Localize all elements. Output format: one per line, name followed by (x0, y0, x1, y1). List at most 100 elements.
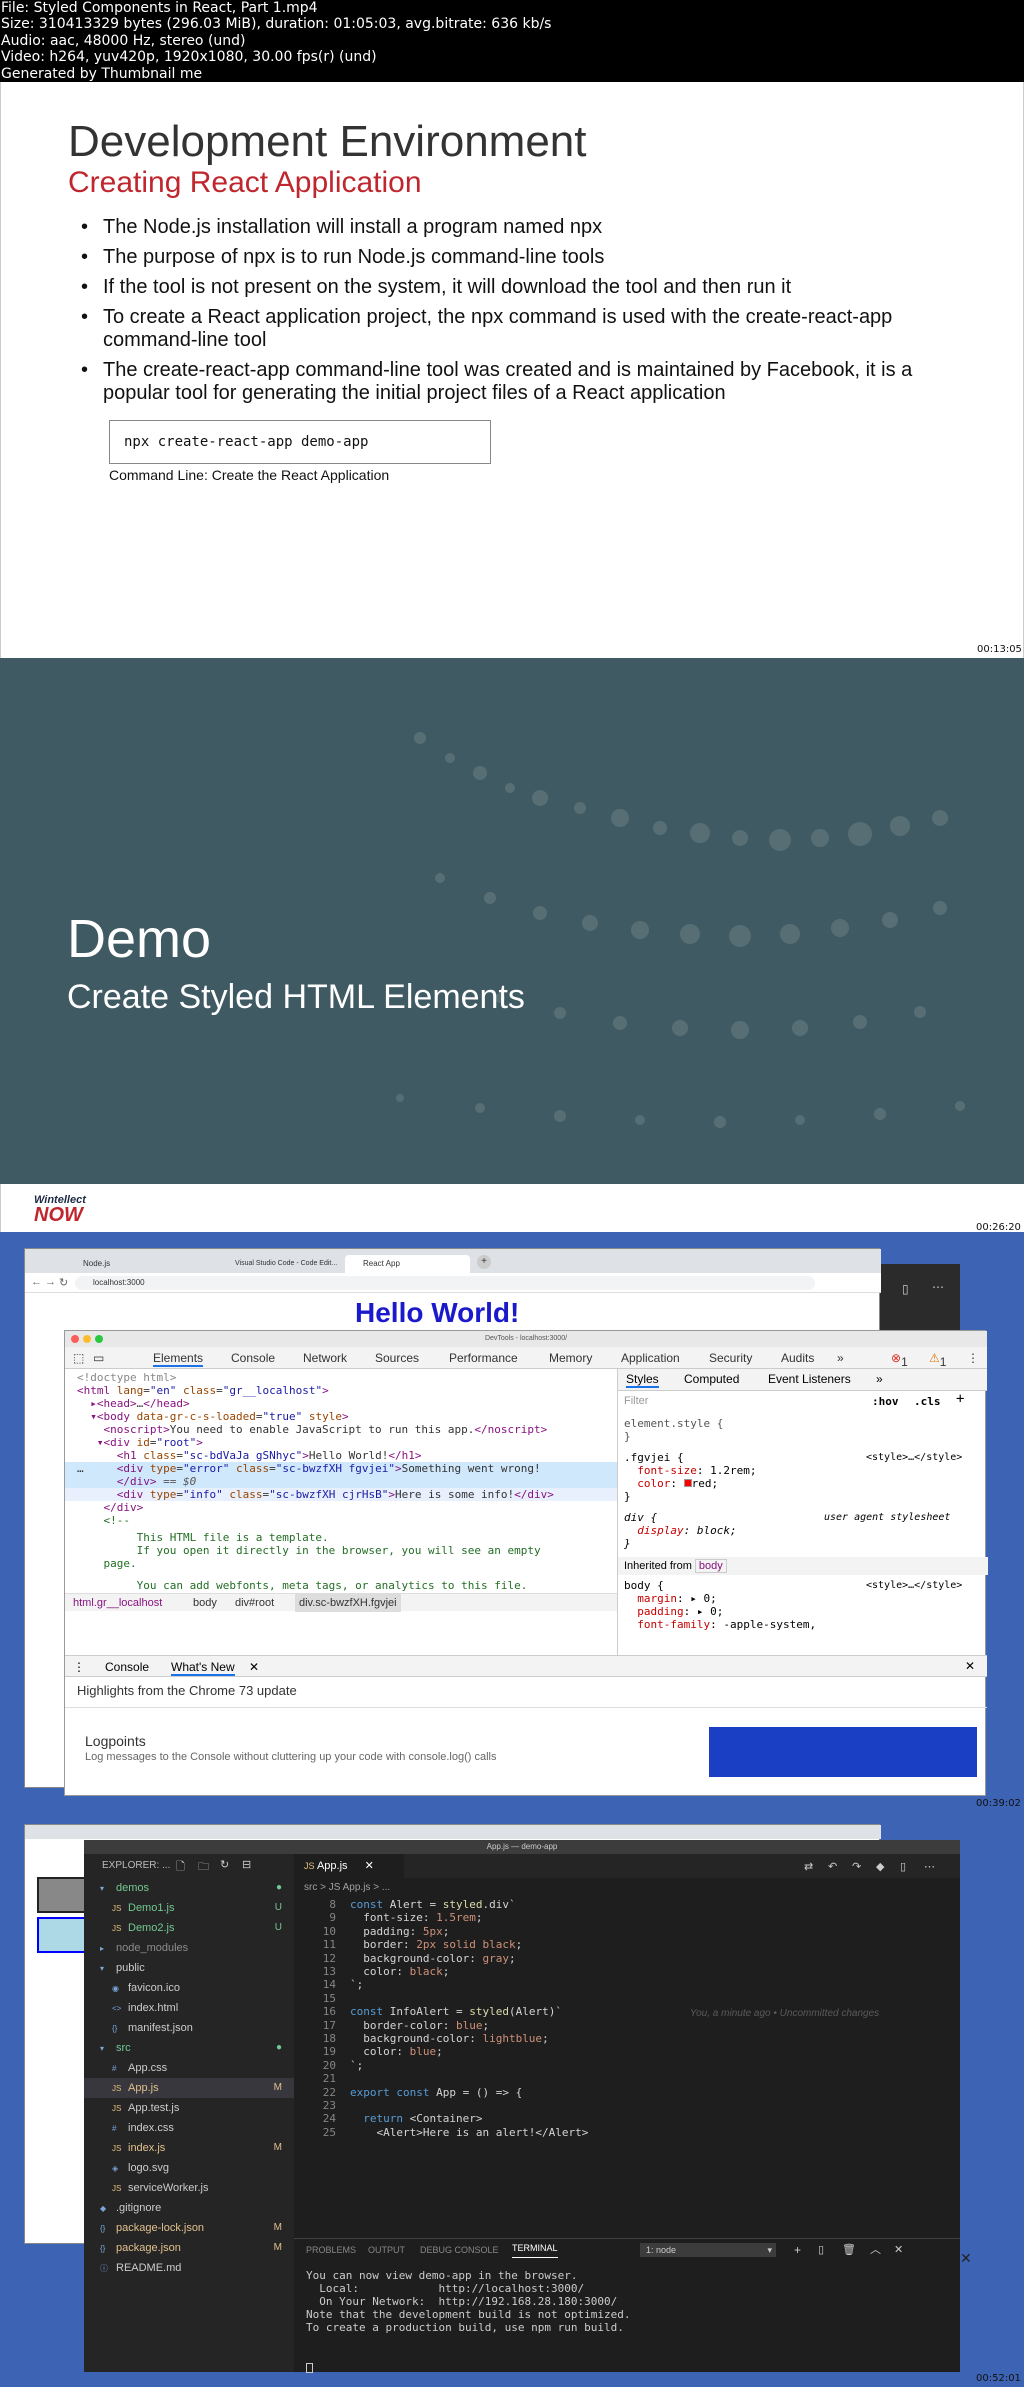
h1-node[interactable]: <h1 class="sc-bdVaJa gSNhyc">Hello World… (65, 1449, 617, 1462)
styles-filter-input[interactable]: Filter (624, 1395, 864, 1411)
device-icon[interactable]: ▭ (93, 1351, 104, 1365)
style-source-link[interactable]: <style>…</style> (866, 1451, 962, 1464)
tab-output[interactable]: OUTPUT (368, 2239, 405, 2261)
warning-count[interactable]: ⚠ 1 (929, 1351, 946, 1369)
tab-react-app[interactable]: React App (345, 1255, 470, 1273)
drawer-tab-console[interactable]: Console (105, 1660, 149, 1674)
split-terminal-icon[interactable]: ▯ (818, 2239, 824, 2261)
code-line[interactable]: 20 `; (294, 2059, 960, 2072)
tab-problems[interactable]: PROBLEMS (306, 2239, 356, 2261)
body-rule[interactable]: body { margin: ▸ 0; padding: ▸ 0; font-f… (624, 1579, 816, 1631)
tree-item[interactable]: # index.css (84, 2118, 294, 2138)
code-line[interactable]: 24 return <Container> (294, 2112, 960, 2125)
close-window-icon[interactable]: ✕ (960, 2250, 972, 2267)
tree-item[interactable]: {} package-lock.json M (84, 2218, 294, 2238)
close-tab-icon[interactable]: ✕ (249, 1660, 259, 1674)
add-terminal-icon[interactable]: + (794, 2239, 801, 2261)
head-node[interactable]: ▸<head>…</head> (65, 1397, 617, 1410)
tab-elements[interactable]: Elements (153, 1351, 204, 1367)
code-line[interactable]: 18 background-color: lightblue; (294, 2032, 960, 2045)
back-icon[interactable]: ← (31, 1276, 42, 1288)
collapse-icon[interactable]: ⊟ (242, 1858, 251, 1871)
tab-console[interactable]: Console (231, 1351, 275, 1365)
tree-item[interactable]: ▾ src ● (84, 2038, 294, 2058)
split-editor-icon[interactable]: ▯ (900, 1860, 906, 1873)
code-line[interactable]: 15 (294, 1992, 960, 2005)
tree-item[interactable]: ◉ favicon.ico (84, 1978, 294, 1998)
go-forward-icon[interactable]: ↷ (852, 1860, 861, 1873)
code-line[interactable]: 25 <Alert>Here is an alert!</Alert> (294, 2126, 960, 2139)
more-styles-tabs-icon[interactable]: » (876, 1373, 883, 1386)
close-panel-icon[interactable]: ✕ (894, 2239, 903, 2261)
code-line[interactable]: 12 background-color: gray; (294, 1952, 960, 1965)
tree-item[interactable]: JS serviceWorker.js (84, 2178, 294, 2198)
tab-network[interactable]: Network (303, 1351, 347, 1365)
root-node[interactable]: ▾<div id="root"> (65, 1436, 617, 1449)
fgvjei-rule[interactable]: .fgvjei { font-size: 1.2rem; color: red;… (624, 1451, 756, 1503)
tree-item[interactable]: JS Demo1.js U (84, 1898, 294, 1918)
code-line[interactable]: 17 border-color: blue; (294, 2019, 960, 2032)
inspect-icon[interactable]: ⬚ (73, 1351, 84, 1365)
doctype-line[interactable]: <!doctype html> (65, 1371, 617, 1384)
more-tabs-icon[interactable]: » (837, 1351, 844, 1365)
address-bar[interactable]: localhost:3000 (75, 1276, 815, 1290)
tab-application[interactable]: Application (621, 1351, 680, 1365)
split-icon[interactable]: ▯ (902, 1282, 909, 1296)
tree-item[interactable]: ▾ public (84, 1958, 294, 1978)
selected-error-div[interactable]: … <div type="error" class="sc-bwzfXH fgv… (65, 1462, 617, 1488)
code-line[interactable]: 21 (294, 2072, 960, 2085)
tab-performance[interactable]: Performance (449, 1351, 518, 1365)
tab-security[interactable]: Security (709, 1351, 752, 1365)
more-icon[interactable]: ⋯ (932, 1280, 944, 1294)
code-line[interactable]: 9 font-size: 1.5rem; (294, 1911, 960, 1924)
cls-toggle[interactable]: .cls (914, 1395, 941, 1408)
maximize-panel-icon[interactable]: ︿ (870, 2239, 881, 2261)
add-rule-icon[interactable]: + (956, 1392, 964, 1406)
body-node[interactable]: ▾<body data-gr-c-s-loaded="true" style> (65, 1410, 617, 1423)
crumb-root[interactable]: div#root (235, 1594, 274, 1612)
hov-toggle[interactable]: :hov (872, 1395, 899, 1408)
code-line[interactable]: 14 `; (294, 1978, 960, 1991)
drawer-menu-icon[interactable]: ⋮ (73, 1660, 85, 1674)
terminal-select[interactable]: 1: node ▾ (640, 2243, 776, 2257)
tab-nodejs[interactable]: Node.js (65, 1255, 215, 1273)
close-window-icon[interactable] (71, 1335, 79, 1343)
tab-computed[interactable]: Computed (684, 1373, 739, 1386)
code-line[interactable]: 13 color: black; (294, 1965, 960, 1978)
tree-item[interactable]: # App.css (84, 2058, 294, 2078)
tab-terminal[interactable]: TERMINAL (512, 2239, 558, 2258)
tab-audits[interactable]: Audits (781, 1351, 814, 1365)
git-icon[interactable]: ◆ (876, 1860, 884, 1873)
terminal-cursor[interactable] (306, 2363, 313, 2373)
tree-item[interactable]: ▸ node_modules (84, 1938, 294, 1958)
crumb-html[interactable]: html.gr__localhost (73, 1594, 162, 1612)
tree-item[interactable]: JS index.js M (84, 2138, 294, 2158)
kill-terminal-icon[interactable]: 🗑 (842, 2239, 856, 2261)
info-div-node[interactable]: <div type="info" class="sc-bwzfXH cjrHsB… (65, 1488, 617, 1501)
crumb-div[interactable]: div.sc-bwzfXH.fgvjei (295, 1594, 401, 1612)
code-line[interactable]: 10 padding: 5px; (294, 1925, 960, 1938)
tree-item[interactable]: JS App.js M (84, 2078, 294, 2098)
code-line[interactable]: 23 (294, 2099, 960, 2112)
refresh-icon[interactable]: ↻ (220, 1858, 229, 1871)
drawer-tab-whats-new[interactable]: What's New (171, 1660, 235, 1676)
minimize-window-icon[interactable] (83, 1335, 91, 1343)
tree-item[interactable]: {} manifest.json (84, 2018, 294, 2038)
forward-icon[interactable]: → (45, 1276, 56, 1288)
settings-menu-icon[interactable]: ⋮ (967, 1351, 979, 1365)
code-line[interactable]: 11 border: 2px solid black; (294, 1938, 960, 1951)
close-div-node[interactable]: </div> (65, 1501, 617, 1514)
error-count[interactable]: ⊗ 1 (891, 1351, 908, 1369)
code-line[interactable]: 19 color: blue; (294, 2045, 960, 2058)
tab-debug-console[interactable]: DEBUG CONSOLE (420, 2239, 499, 2261)
editor-breadcrumb[interactable]: src > JS App.js > ... (304, 1882, 390, 1893)
maximize-window-icon[interactable] (95, 1335, 103, 1343)
tree-item[interactable]: ⓘ README.md (84, 2258, 294, 2278)
tab-memory[interactable]: Memory (549, 1351, 592, 1365)
tree-item[interactable]: {} package.json M (84, 2238, 294, 2258)
tab-vscode[interactable]: Visual Studio Code - Code Edit... (217, 1255, 343, 1273)
compare-icon[interactable]: ⇄ (804, 1860, 813, 1873)
tab-sources[interactable]: Sources (375, 1351, 419, 1365)
noscript-node[interactable]: <noscript>You need to enable JavaScript … (65, 1423, 617, 1436)
more-actions-icon[interactable]: ⋯ (924, 1860, 935, 1873)
